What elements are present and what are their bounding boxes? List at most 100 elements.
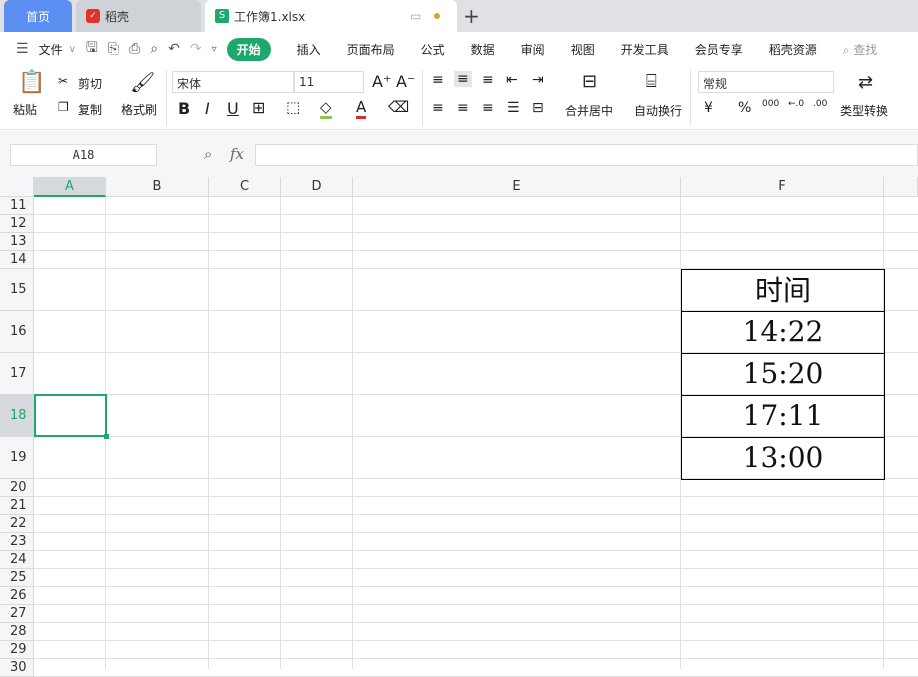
fill-pattern-icon[interactable]: ⬚: [286, 98, 300, 116]
row-header-25[interactable]: 25: [0, 569, 34, 587]
time-cell[interactable]: 13:00: [681, 437, 885, 480]
fill-handle[interactable]: [104, 434, 109, 439]
wrap-text-icon[interactable]: ⌸: [646, 71, 657, 92]
column-header-F[interactable]: F: [681, 177, 884, 197]
align-right-icon[interactable]: ≡: [482, 100, 494, 116]
format-painter-button[interactable]: 格式刷: [121, 101, 157, 118]
tab-home[interactable]: 首页: [4, 0, 72, 32]
percent-button[interactable]: %: [738, 100, 751, 116]
row-header-29[interactable]: 29: [0, 641, 34, 659]
row-header-16[interactable]: 16: [0, 311, 34, 353]
copy-button[interactable]: 复制: [78, 101, 102, 118]
increase-font-icon[interactable]: A⁺: [372, 72, 391, 91]
thousands-button[interactable]: 000: [762, 99, 779, 109]
screen-icon[interactable]: ▭: [410, 9, 421, 23]
column-header-E[interactable]: E: [353, 177, 681, 197]
align-bottom-icon[interactable]: ≡: [482, 72, 494, 88]
row-header-22[interactable]: 22: [0, 515, 34, 533]
row-header-18[interactable]: 18: [0, 395, 34, 437]
align-center-icon[interactable]: ≡: [457, 100, 469, 116]
menu-developer[interactable]: 开发工具: [621, 41, 669, 58]
menu-member[interactable]: 会员专享: [695, 41, 743, 58]
menu-insert[interactable]: 插入: [297, 41, 321, 58]
font-color-icon[interactable]: A: [356, 98, 367, 119]
row-header-21[interactable]: 21: [0, 497, 34, 515]
italic-icon[interactable]: I: [205, 99, 210, 118]
merge-center-icon[interactable]: ⊟: [582, 71, 597, 92]
row-header-11[interactable]: 11: [0, 197, 34, 215]
row-header-13[interactable]: 13: [0, 233, 34, 251]
distribute-icon[interactable]: ⊟: [532, 100, 544, 116]
align-left-icon[interactable]: ≡: [432, 100, 444, 116]
row-header-17[interactable]: 17: [0, 353, 34, 395]
formula-input[interactable]: [255, 144, 918, 166]
cut-button[interactable]: 剪切: [78, 75, 102, 92]
row-header-30[interactable]: 30: [0, 659, 34, 677]
menu-view[interactable]: 视图: [571, 41, 595, 58]
row-header-14[interactable]: 14: [0, 251, 34, 269]
print-preview-icon[interactable]: ⌕: [150, 41, 158, 57]
column-header-A[interactable]: A: [34, 177, 106, 197]
menu-formula[interactable]: 公式: [421, 41, 445, 58]
time-cell[interactable]: 15:20: [681, 353, 885, 396]
save-icon[interactable]: 🖫: [86, 37, 98, 61]
row-header-19[interactable]: 19: [0, 437, 34, 479]
table-header-cell[interactable]: 时间: [681, 269, 885, 312]
row-header-20[interactable]: 20: [0, 479, 34, 497]
menu-data[interactable]: 数据: [471, 41, 495, 58]
select-all-corner[interactable]: [0, 177, 34, 197]
zoom-icon[interactable]: ⌕: [204, 145, 212, 163]
row-header-26[interactable]: 26: [0, 587, 34, 605]
font-select[interactable]: 宋体: [172, 71, 294, 93]
format-painter-icon[interactable]: 🖌: [130, 70, 155, 94]
hamburger-icon[interactable]: ☰: [16, 41, 29, 57]
border-icon[interactable]: ⊞: [252, 98, 265, 117]
redo-icon[interactable]: ↷: [190, 41, 202, 57]
chevron-down-icon[interactable]: ∨: [69, 44, 76, 55]
export-icon[interactable]: ⎘: [108, 41, 119, 57]
decrease-font-icon[interactable]: A⁻: [396, 72, 415, 91]
increase-decimal-button[interactable]: ←.0: [788, 99, 804, 109]
paste-button[interactable]: 粘贴: [13, 101, 37, 118]
underline-icon[interactable]: U: [227, 99, 239, 118]
tab-workbook[interactable]: S 工作簿1.xlsx ▭: [205, 0, 457, 32]
row-header-24[interactable]: 24: [0, 551, 34, 569]
decrease-indent-icon[interactable]: ⇤: [506, 72, 518, 88]
fill-color-icon[interactable]: ◇: [320, 98, 332, 119]
column-header-G[interactable]: [884, 177, 918, 197]
cut-icon[interactable]: ✂: [58, 74, 68, 88]
increase-indent-icon[interactable]: ⇥: [532, 72, 544, 88]
justify-icon[interactable]: ☰: [507, 100, 520, 116]
copy-icon[interactable]: ❐: [58, 100, 69, 114]
row-header-28[interactable]: 28: [0, 623, 34, 641]
type-convert-button[interactable]: 类型转换: [840, 102, 888, 119]
selected-cell-A18[interactable]: [34, 394, 107, 437]
spreadsheet-grid[interactable]: A B C D E F 11 12 13 14 15 16 17 18 19 20 21 22 23 24 25 26 27…: [0, 177, 918, 677]
align-middle-icon[interactable]: ≡: [454, 71, 472, 87]
row-header-12[interactable]: 12: [0, 215, 34, 233]
paste-icon[interactable]: 📋: [18, 70, 45, 95]
align-top-icon[interactable]: ≡: [432, 72, 444, 88]
time-cell[interactable]: 14:22: [681, 311, 885, 354]
number-format-select[interactable]: 常规: [698, 71, 834, 93]
column-header-C[interactable]: C: [209, 177, 281, 197]
more-icon[interactable]: ▿: [212, 44, 217, 55]
menu-file[interactable]: 文件: [39, 41, 63, 58]
name-box[interactable]: A18: [10, 144, 157, 166]
row-header-27[interactable]: 27: [0, 605, 34, 623]
font-size-select[interactable]: 11: [294, 71, 364, 93]
row-header-15[interactable]: 15: [0, 269, 34, 311]
fx-button[interactable]: fx: [230, 145, 244, 163]
tab-daoke[interactable]: ✓ 稻壳: [76, 0, 201, 32]
row-header-23[interactable]: 23: [0, 533, 34, 551]
search-menu[interactable]: ⌕ 查找: [843, 41, 878, 58]
clear-format-icon[interactable]: ⌫: [388, 98, 409, 116]
column-header-D[interactable]: D: [281, 177, 353, 197]
currency-button[interactable]: ¥: [704, 100, 713, 116]
menu-review[interactable]: 审阅: [521, 41, 545, 58]
time-cell[interactable]: 17:11: [681, 395, 885, 438]
bold-icon[interactable]: B: [178, 99, 190, 118]
column-header-B[interactable]: B: [106, 177, 209, 197]
convert-icon[interactable]: ⇄: [858, 72, 873, 93]
merge-center-button[interactable]: 合并居中: [565, 102, 613, 119]
